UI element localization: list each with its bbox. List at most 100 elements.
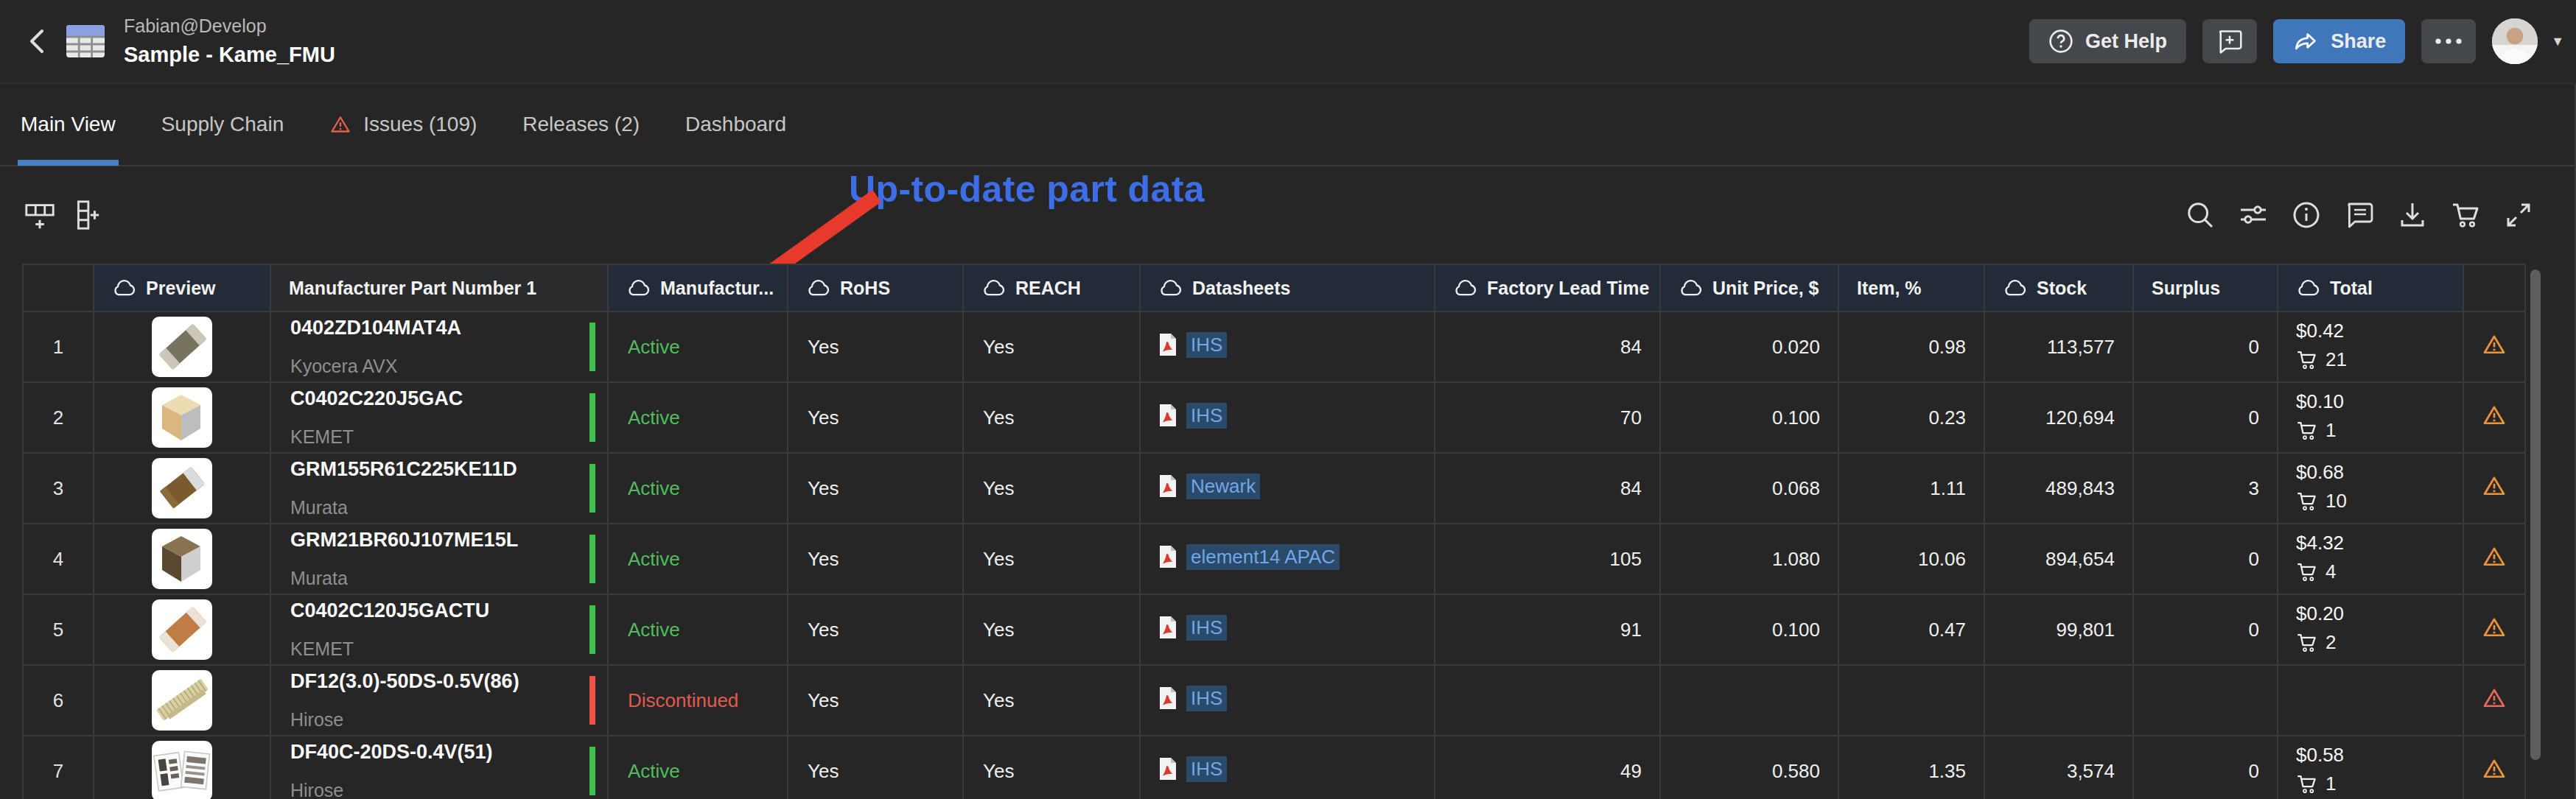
warning-icon[interactable] (2482, 403, 2507, 428)
unit-price-cell: 0.100 (1660, 594, 1838, 665)
datasheet-link[interactable]: Newark (1186, 474, 1260, 499)
stock-value: 489,843 (2045, 477, 2115, 499)
datasheet-link[interactable]: IHS (1186, 615, 1227, 641)
share-button[interactable]: Share (2273, 19, 2405, 63)
column-header-datasheets[interactable]: Datasheets (1140, 264, 1435, 311)
column-header-label: RoHS (840, 278, 890, 299)
datasheet-link[interactable]: IHS (1186, 403, 1227, 429)
unit-price: 0.580 (1772, 760, 1820, 782)
column-header-lead-time[interactable]: Factory Lead Time (1435, 264, 1660, 311)
column-header-surplus[interactable]: Surplus (2133, 264, 2278, 311)
pdf-icon (1158, 686, 1177, 710)
column-header-stock[interactable]: Stock (1984, 264, 2133, 311)
surplus-value: 0 (2249, 336, 2259, 358)
table-toolbar (0, 166, 2576, 264)
factory-lead-time: 84 (1620, 336, 1642, 358)
item-percent: 10.06 (1918, 548, 1966, 570)
expand-icon[interactable] (2499, 196, 2538, 234)
total-cell: $0.581 (2278, 736, 2463, 799)
column-header-rohs[interactable]: RoHS (788, 264, 963, 311)
column-header-item-pct[interactable]: Item, % (1838, 264, 1984, 311)
account-menu-caret[interactable]: ▼ (2551, 34, 2564, 49)
column-header-total[interactable]: Total (2278, 264, 2463, 311)
warning-icon[interactable] (2482, 474, 2507, 499)
tab-main-view[interactable]: Main View (21, 83, 116, 166)
item-pct-cell (1838, 665, 1984, 736)
part-preview-image[interactable] (152, 670, 212, 731)
lead-time-cell: 105 (1435, 524, 1660, 594)
cart-icon[interactable] (2446, 196, 2485, 234)
tab-label: Dashboard (685, 113, 786, 136)
cloud-sync-icon (2003, 279, 2026, 297)
datasheet-link[interactable]: element14 APAC (1186, 544, 1340, 570)
stock-cell: 120,694 (1984, 382, 2133, 453)
vertical-scrollbar-thumb[interactable] (2530, 270, 2541, 760)
page-title: Sample - Kame_FMU (124, 41, 335, 68)
preview-cell[interactable] (94, 594, 270, 665)
datasheet-link[interactable]: IHS (1186, 686, 1227, 711)
row-number: 3 (53, 477, 63, 499)
warning-icon[interactable] (2482, 544, 2507, 569)
surplus-cell: 0 (2133, 594, 2278, 665)
part-preview-image[interactable] (152, 317, 212, 377)
preview-cell[interactable] (94, 311, 270, 382)
column-header-unit-price[interactable]: Unit Price, $ (1660, 264, 1838, 311)
lifecycle-status: Discontinued (628, 689, 738, 711)
info-icon[interactable] (2287, 196, 2325, 234)
preview-cell[interactable] (94, 736, 270, 799)
tab-issues[interactable]: Issues (109) (329, 83, 477, 166)
tab-label: Main View (21, 113, 116, 136)
mpn-cell: C0402C120J5GACTUKEMET (270, 594, 608, 665)
download-icon[interactable] (2393, 196, 2432, 234)
get-help-button[interactable]: Get Help (2029, 19, 2186, 63)
warnings-cell (2463, 736, 2525, 799)
total-cell: $0.6810 (2278, 453, 2463, 524)
column-header-row-number (23, 264, 94, 311)
surplus-value: 3 (2249, 477, 2259, 499)
tab-releases[interactable]: Releases (2) (522, 83, 640, 166)
column-header-mpn[interactable]: Manufacturer Part Number 1 (270, 264, 608, 311)
preview-cell[interactable] (94, 453, 270, 524)
column-header-lifecycle[interactable]: Manufactur... (608, 264, 788, 311)
surplus-cell: 0 (2133, 382, 2278, 453)
row-number: 2 (53, 406, 63, 429)
help-icon (2048, 29, 2073, 54)
column-header-preview[interactable]: Preview (94, 264, 270, 311)
back-button[interactable] (21, 19, 53, 63)
tab-dashboard[interactable]: Dashboard (685, 83, 786, 166)
part-preview-image[interactable] (152, 529, 212, 589)
warning-icon[interactable] (2482, 615, 2507, 640)
part-number: DF40C-20DS-0.4V(51) (290, 742, 578, 762)
preview-cell[interactable] (94, 382, 270, 453)
part-preview-image[interactable] (152, 458, 212, 518)
datasheet-link[interactable]: IHS (1186, 332, 1227, 358)
datasheets-cell: Newark (1140, 453, 1435, 524)
top-bar: Fabian@Develop Sample - Kame_FMU Get Hel… (0, 0, 2576, 84)
part-preview-image[interactable] (152, 387, 212, 448)
add-column-icon[interactable] (66, 196, 105, 234)
mpn-cell: C0402C220J5GACKEMET (270, 382, 608, 453)
reach-cell: Yes (963, 594, 1140, 665)
tab-supply-chain[interactable]: Supply Chain (161, 83, 284, 166)
warning-icon[interactable] (2482, 756, 2507, 781)
comment-plus-icon (2216, 28, 2243, 54)
search-icon[interactable] (2181, 196, 2219, 234)
column-header-reach[interactable]: REACH (963, 264, 1140, 311)
part-preview-image[interactable] (152, 599, 212, 660)
warning-icon[interactable] (2482, 332, 2507, 357)
total-price: $0.58 (2296, 744, 2457, 767)
part-preview-image[interactable] (152, 741, 212, 799)
user-avatar[interactable] (2492, 18, 2538, 64)
preview-cell[interactable] (94, 524, 270, 594)
comments-icon[interactable] (2340, 196, 2379, 234)
warning-icon[interactable] (2482, 686, 2507, 711)
datasheets-cell: IHS (1140, 311, 1435, 382)
datasheet-link[interactable]: IHS (1186, 756, 1227, 782)
more-options-button[interactable] (2421, 19, 2476, 63)
filter-sliders-icon[interactable] (2234, 196, 2272, 234)
total-cell: $4.324 (2278, 524, 2463, 594)
preview-cell[interactable] (94, 665, 270, 736)
column-header-label: Stock (2037, 278, 2087, 299)
feedback-button[interactable] (2202, 19, 2257, 63)
add-row-icon[interactable] (21, 196, 59, 234)
